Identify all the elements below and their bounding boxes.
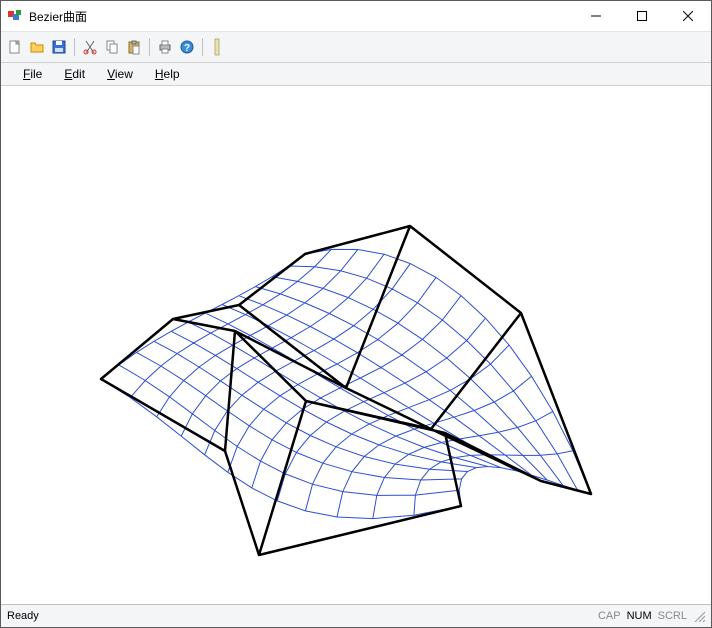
paste-icon xyxy=(126,39,142,55)
copy-icon xyxy=(104,39,120,55)
toolbar-separator xyxy=(202,38,203,56)
toolbar: ? xyxy=(1,32,711,63)
open-folder-icon xyxy=(29,39,45,55)
status-text: Ready xyxy=(7,610,592,622)
titlebar: Bezier曲面 xyxy=(1,1,711,32)
toolbar-separator xyxy=(149,38,150,56)
capslock-indicator: CAP xyxy=(598,610,621,622)
copy-button[interactable] xyxy=(102,37,122,57)
menu-help[interactable]: Help xyxy=(151,65,184,83)
toolbar-grip[interactable] xyxy=(208,37,228,57)
window-title: Bezier曲面 xyxy=(29,8,87,25)
close-button[interactable] xyxy=(665,1,711,31)
scrolllock-indicator: SCRL xyxy=(658,610,687,622)
maximize-button[interactable] xyxy=(619,1,665,31)
help-icon: ? xyxy=(179,39,195,55)
menu-edit[interactable]: Edit xyxy=(60,65,89,83)
menubar: File Edit View Help xyxy=(1,63,711,86)
paste-button[interactable] xyxy=(124,37,144,57)
toolbar-separator xyxy=(74,38,75,56)
drawing-canvas[interactable] xyxy=(1,86,711,604)
save-icon xyxy=(51,39,67,55)
print-button[interactable] xyxy=(155,37,175,57)
menu-view[interactable]: View xyxy=(103,65,137,83)
cut-button[interactable] xyxy=(80,37,100,57)
grip-icon xyxy=(214,37,222,57)
open-button[interactable] xyxy=(27,37,47,57)
menu-file[interactable]: File xyxy=(19,65,46,83)
close-icon xyxy=(683,11,693,21)
app-window: Bezier曲面 xyxy=(0,0,712,628)
about-button[interactable]: ? xyxy=(177,37,197,57)
print-icon xyxy=(157,39,173,55)
new-file-icon xyxy=(7,39,23,55)
minimize-button[interactable] xyxy=(573,1,619,31)
resize-grip-icon[interactable] xyxy=(693,610,705,622)
statusbar: Ready CAP NUM SCRL xyxy=(1,604,711,627)
app-icon xyxy=(7,8,23,24)
maximize-icon xyxy=(637,11,647,21)
minimize-icon xyxy=(591,11,601,21)
svg-text:?: ? xyxy=(184,43,190,54)
new-button[interactable] xyxy=(5,37,25,57)
cut-icon xyxy=(82,39,98,55)
numlock-indicator: NUM xyxy=(627,610,652,622)
bezier-surface xyxy=(1,86,711,604)
save-button[interactable] xyxy=(49,37,69,57)
